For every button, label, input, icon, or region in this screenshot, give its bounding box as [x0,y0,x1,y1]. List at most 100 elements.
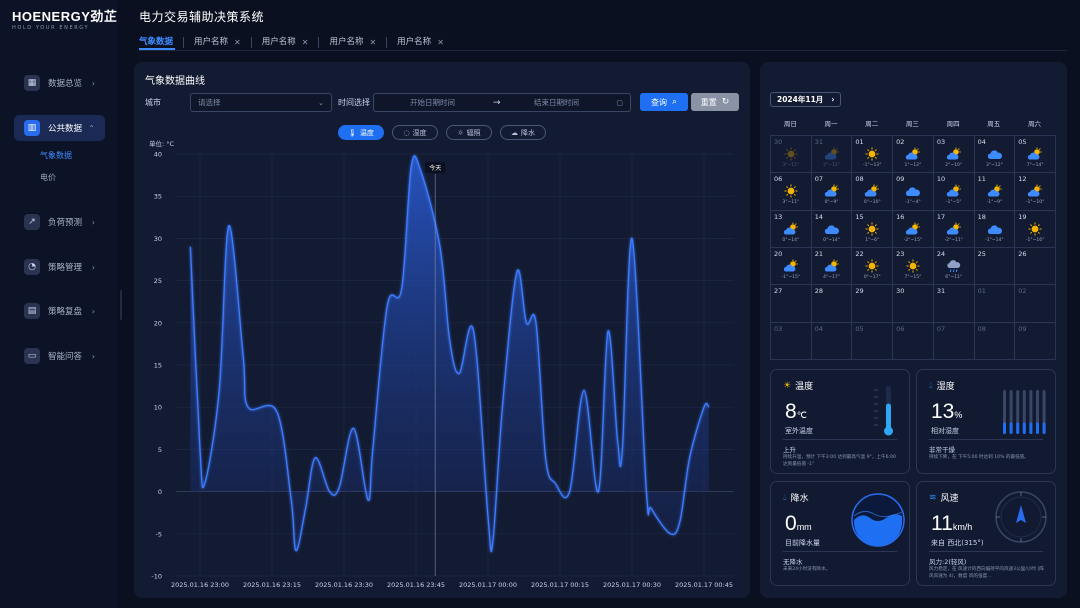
calendar-day-cell[interactable]: 05 [852,322,894,360]
calendar-temp-range: -1°~10° [1025,200,1045,206]
calendar-day-cell[interactable]: 04 3°~12° [974,136,1016,174]
calendar-day-cell[interactable]: 08 0°~10° [852,173,894,211]
calendar-day-number: 03 [774,324,783,333]
calendar-day-cell[interactable]: 01 -1°~13° [852,136,894,174]
calendar-day-cell[interactable]: 23 7°~15° [893,247,934,286]
calendar-day-cell[interactable]: 08 [974,322,1016,360]
calendar-day-cell[interactable]: 30 [893,285,934,323]
precipitation-card-title: 💧︎ 降水 [783,491,809,505]
calendar-day-cell[interactable]: 10 -1°~5° [933,173,975,211]
sidebar-item-overview[interactable]: ▦ 数据总览 › [14,70,105,96]
humidity-description: 持续下降，在 下午5:00 时达到 10% 的最低值。 [929,455,1029,460]
sidebar-item-review[interactable]: ▤ 策略复盘 › [14,298,105,324]
calendar-day-cell[interactable]: 13 0°~14° [771,210,812,248]
calendar-day-cell[interactable]: 25 [974,247,1016,286]
sun-icon [783,184,799,198]
close-icon[interactable]: ✕ [234,37,241,48]
tab-user-3[interactable]: 用户名称 ✕ [318,36,386,48]
calendar-day-cell[interactable]: 04 [811,322,853,360]
temperature-chart[interactable]: -10-50510152025303540 2025.01.16 23:00 20… [134,62,750,598]
calendar-day-cell[interactable]: 17 -2°~11° [933,210,975,248]
calendar-day-cell[interactable]: 29 [852,285,894,323]
sun-icon [1027,222,1043,236]
chevron-right-icon: › [831,95,835,104]
calendar-day-cell[interactable]: 24 6°~11° [933,247,975,286]
calendar-day-number: 14 [814,212,823,221]
sidebar-resize-handle[interactable] [120,290,122,320]
tab-user-1[interactable]: 用户名称 ✕ [183,36,251,48]
sidebar-item-strategy[interactable]: ◔ 策略管理 › [14,254,105,280]
close-icon[interactable]: ✕ [437,37,444,48]
weekday-label: 周六 [1027,120,1041,128]
sun-icon [864,222,880,236]
sun-icon [905,259,921,273]
calendar-day-number: 15 [855,212,864,221]
rain-drops-icon: 💧︎ [783,492,787,503]
trend-icon: ↗ [24,214,40,230]
y-tick-label: 5 [158,446,162,454]
sidebar-item-qa[interactable]: ▭ 智能问答 › [14,343,105,369]
calendar-day-cell[interactable]: 22 0°~17° [852,247,894,286]
sidebar-item-load-forecast[interactable]: ↗ 负荷预测 › [14,209,105,235]
calendar-day-cell[interactable]: 21 4°~17° [811,247,853,286]
x-tick-label: 2025.01.17 00:45 [675,581,733,589]
calendar-day-cell[interactable]: 02 1°~12° [893,136,934,174]
wind-direction-label: 来自 西北(315°) [931,539,984,547]
calendar-day-number: 24 [936,249,946,258]
calendar-day-cell[interactable]: 26 [1015,247,1056,286]
calendar-day-cell[interactable]: 31 [933,285,975,323]
calendar-day-cell[interactable]: 05 7°~14° [1015,136,1056,174]
close-icon[interactable]: ✕ [369,37,376,48]
calendar-day-cell[interactable]: 30 3°~15° [771,136,812,174]
sidebar-subitem-weather[interactable]: 气象数据 [40,150,72,161]
calendar-day-cell[interactable]: 19 -1°~16° [1015,210,1056,248]
calendar-day-cell[interactable]: 09 -1°~4° [893,173,934,211]
tab-user-4[interactable]: 用户名称 ✕ [386,36,454,48]
calendar-day-cell[interactable]: 12 -1°~10° [1015,173,1056,211]
calendar-day-cell[interactable]: 28 [811,285,853,323]
calendar-day-cell[interactable]: 03 [771,322,812,360]
calendar-day-cell[interactable]: 27 [771,285,812,323]
cloud-icon [987,147,1003,161]
weekday-label: 周五 [987,120,1001,128]
calendar-temp-range: -1°~4° [905,200,921,206]
y-axis: -10 -5 0 5 10 15 20 25 30 35 40 [151,151,162,581]
wind-compass [995,491,1047,543]
sidebar-item-public-data[interactable]: ▥ 公共数据 ⌃ [14,115,105,141]
temperature-label: 室外温度 [785,427,813,435]
calendar-day-cell[interactable]: 07 [933,322,975,360]
calendar-day-cell[interactable]: 01 [974,285,1016,323]
today-label: 今天 [429,164,441,172]
tab-user-2[interactable]: 用户名称 ✕ [250,36,319,48]
close-icon[interactable]: ✕ [302,37,309,48]
partly-cloudy-icon [987,184,1003,198]
calendar-day-number: 31 [814,138,823,146]
calendar-day-cell[interactable]: 14 0°~14° [811,210,853,248]
x-tick-label: 2025.01.17 00:30 [603,581,661,589]
calendar-day-cell[interactable]: 11 -1°~9° [974,173,1016,211]
calendar-day-number: 09 [896,175,905,184]
calendar-day-cell[interactable]: 09 [1015,322,1056,360]
calendar-temp-range: 3°~11° [782,200,800,206]
card-title-text: 湿度 [936,382,955,392]
calendar-day-number: 22 [855,249,864,258]
sidebar-item-label: 策略管理 [48,263,83,273]
calendar-day-cell[interactable]: 15 1°~6° [852,210,894,248]
calendar-day-number: 19 [1018,212,1027,221]
chat-icon: ▭ [24,348,40,364]
calendar-day-cell[interactable]: 06 3°~11° [771,173,812,211]
calendar-day-cell[interactable]: 16 -2°~15° [893,210,934,248]
calendar-day-cell[interactable]: 07 0°~9° [811,173,853,211]
calendar-temp-range: -1°~5° [945,200,962,206]
calendar-day-cell[interactable]: 20 -1°~15° [771,247,812,286]
calendar-day-cell[interactable]: 02 [1015,285,1056,323]
card-divider [783,439,897,440]
calendar-day-cell[interactable]: 06 [893,322,934,360]
sidebar-subitem-price[interactable]: 电价 [40,172,56,183]
calendar-day-cell[interactable]: 18 -1°~14° [974,210,1016,248]
tab-weather[interactable]: 气象数据 [139,37,183,48]
calendar-day-number: 07 [936,324,946,333]
calendar-day-cell[interactable]: 31 2°~12° [811,136,853,174]
month-selector[interactable]: 2024年11月 › [770,92,842,107]
calendar-day-cell[interactable]: 03 2°~10° [933,136,975,174]
